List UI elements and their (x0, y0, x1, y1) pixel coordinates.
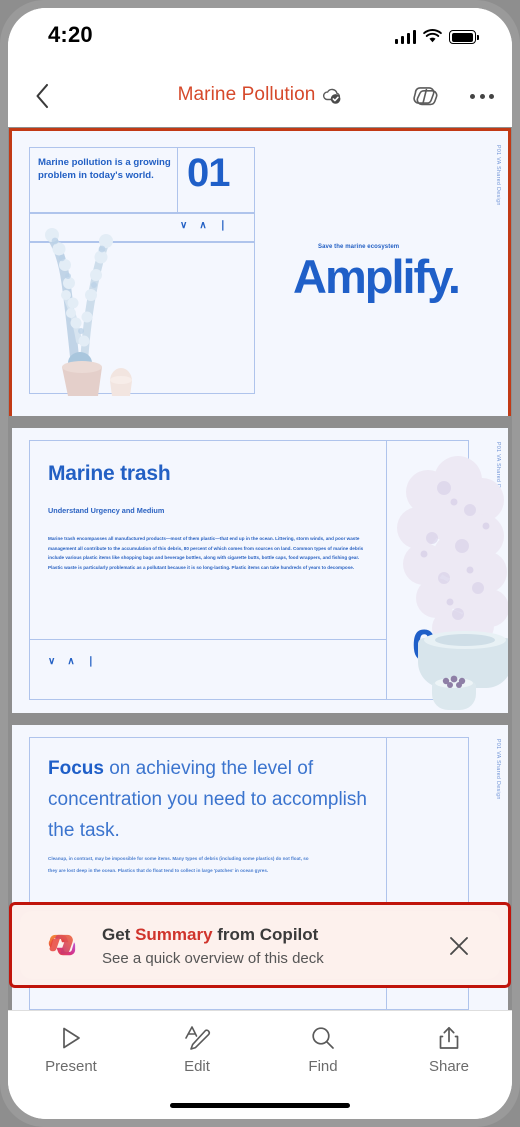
slide-gap-1 (8, 416, 512, 428)
toolbar-button-edit[interactable]: Edit (134, 1025, 260, 1075)
bar-glyph: ❘ (86, 656, 96, 667)
toolbar-button-share[interactable]: Share (386, 1025, 512, 1075)
coral-plant-illustration (45, 228, 132, 396)
bar-glyph: ❘ (218, 220, 228, 231)
toolbar-button-present[interactable]: Present (8, 1025, 134, 1075)
slide-gap-2 (8, 713, 512, 725)
slide-side-code: P01 VA Shared Design (495, 739, 501, 800)
nav-actions (410, 81, 496, 111)
toolbar-label: Edit (184, 1058, 210, 1075)
toolbar-label: Share (428, 1058, 470, 1075)
slide2-horizontal-rule (29, 639, 386, 640)
cloud-check-icon (323, 88, 341, 104)
chevron-down-glyph: ∨ (180, 220, 188, 231)
bottom-toolbar: Present Edit Find Share (8, 1010, 512, 1119)
copilot-summary-banner[interactable]: Get Summary from Copilot See a quick ove… (20, 911, 500, 979)
navigation-bar: Marine Pollution (8, 64, 512, 127)
microsoft-copilot-logo-icon (48, 934, 76, 956)
status-bar-time: 4:20 (48, 22, 93, 47)
chevron-down-glyph: ∨ (48, 656, 56, 667)
microsoft-copilot-icon[interactable] (410, 81, 440, 111)
more-horizontal-icon[interactable] (468, 88, 496, 105)
toolbar-items: Present Edit Find Share (8, 1025, 512, 1075)
copilot-title-highlight: Summary (135, 925, 213, 944)
slide2-subheading: Understand Urgency and Medium (48, 506, 165, 515)
wifi-icon (423, 29, 442, 43)
slide1-number: 01 (187, 151, 230, 195)
slide-thumbnail-1[interactable]: P01 VA Shared Design Marine pollution is… (12, 131, 508, 416)
copilot-banner-title: Get Summary from Copilot (102, 925, 318, 945)
slide1-arrow-glyphs: ∨ ∧ ❘ (180, 220, 227, 231)
slide1-wordmark: Amplify. (293, 250, 461, 303)
chevron-up-glyph: ∧ (67, 656, 75, 667)
status-bar-indicators (394, 26, 479, 44)
copilot-title-suffix: from Copilot (212, 925, 319, 944)
phone-screen: 4:20 Marine Pollution P01 VA Shared Desi… (8, 8, 512, 1119)
play-triangle-icon (58, 1025, 84, 1051)
toolbar-label: Present (45, 1058, 97, 1075)
slide-deck-scroll[interactable]: P01 VA Shared Design Marine pollution is… (8, 127, 512, 1011)
share-upload-icon (436, 1025, 462, 1051)
coral-plant-illustration (397, 456, 508, 710)
slide3-body-text: Cleanup, in contrast, may be impossible … (48, 856, 309, 873)
battery-icon (449, 30, 479, 44)
edit-pen-icon (183, 1025, 211, 1051)
toolbar-button-find[interactable]: Find (260, 1025, 386, 1075)
copilot-title-prefix: Get (102, 925, 136, 944)
slide3-heading-bold: Focus (48, 758, 104, 779)
page-title: Marine Pollution (177, 84, 316, 105)
slide3-heading: Focus on achieving the level of concentr… (48, 753, 378, 846)
slide2-heading: Marine trash (48, 462, 171, 485)
copilot-banner-subtitle: See a quick overview of this deck (102, 950, 324, 967)
slide1-callout-text: Marine pollution is a growing problem in… (38, 157, 171, 181)
close-icon[interactable] (448, 935, 470, 957)
slide-side-code: P01 VA Shared Design (495, 145, 501, 206)
search-icon (310, 1025, 336, 1051)
signal-bars-icon (394, 29, 416, 44)
home-indicator[interactable] (170, 1102, 350, 1108)
toolbar-label: Find (308, 1058, 338, 1075)
slide2-arrow-glyphs: ∨ ∧ ❘ (48, 656, 95, 667)
slide2-body-text: Marine trash encompasses all manufacture… (48, 536, 364, 570)
slide-thumbnail-2[interactable]: P01 VA Shared Design Marine trash Unders… (12, 428, 508, 713)
status-bar: 4:20 (8, 8, 512, 64)
copilot-summary-banner-highlight: Get Summary from Copilot See a quick ove… (12, 905, 508, 985)
chevron-up-glyph: ∧ (199, 220, 207, 231)
phone-device: 4:20 Marine Pollution P01 VA Shared Desi… (0, 0, 520, 1127)
